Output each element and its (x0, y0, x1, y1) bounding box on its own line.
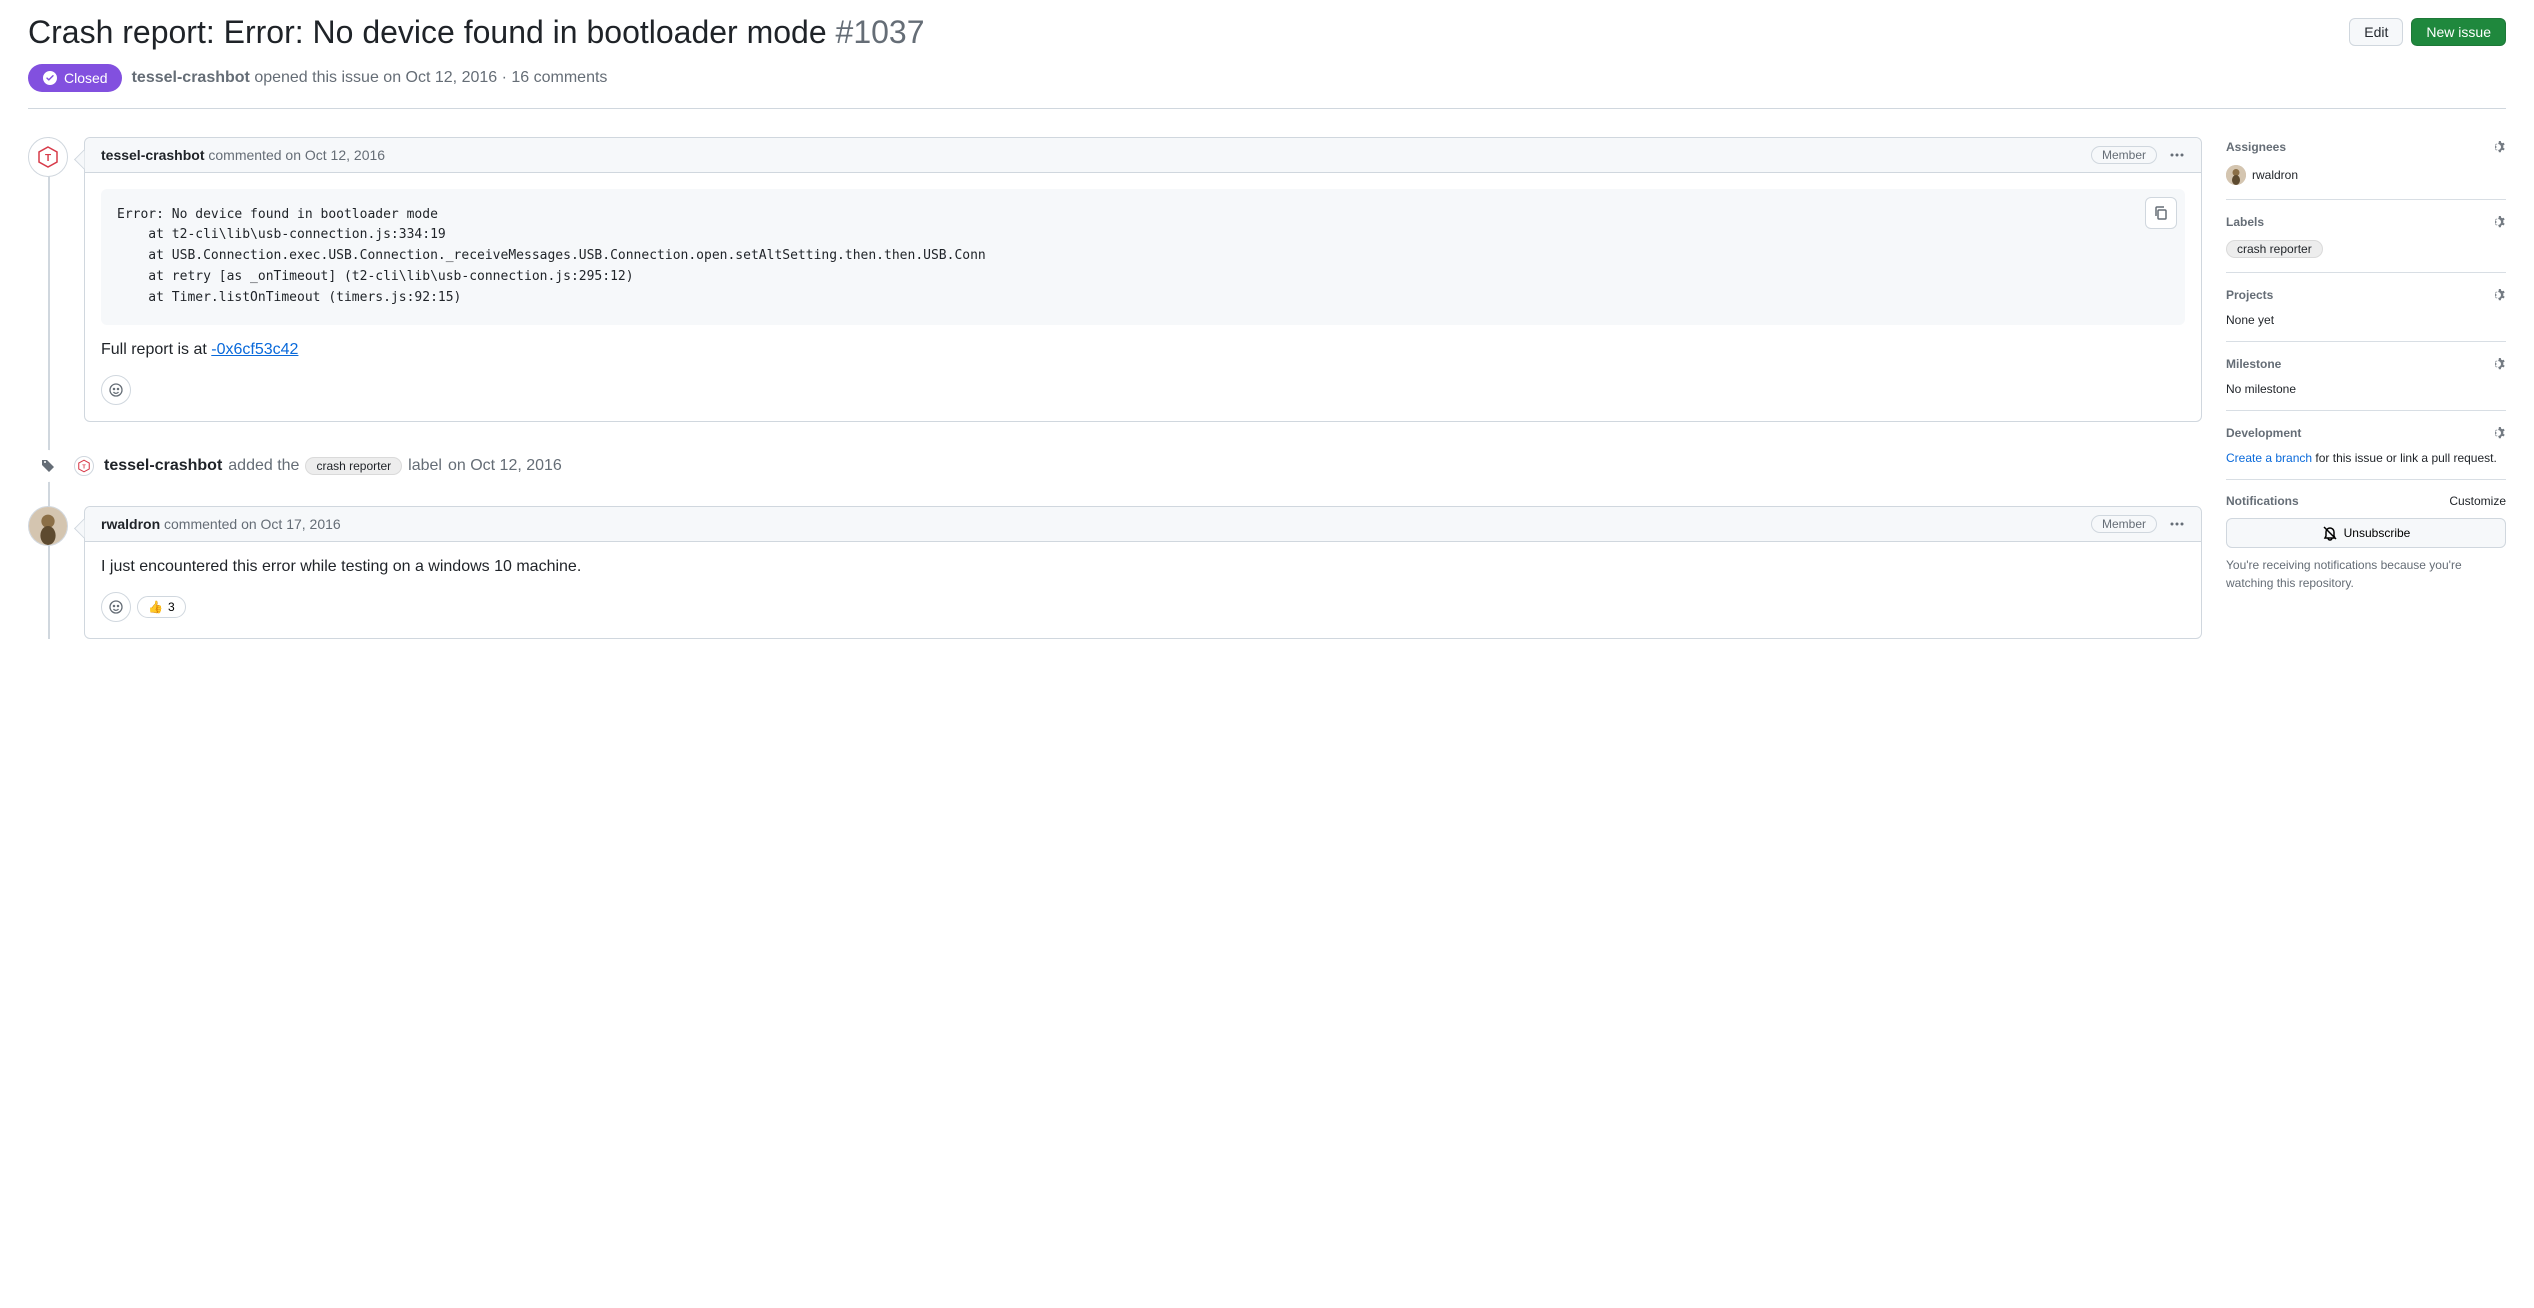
tessel-logo-icon: T (36, 145, 60, 169)
unsubscribe-button[interactable]: Unsubscribe (2226, 518, 2506, 548)
assignee-item[interactable]: rwaldron (2226, 165, 2506, 185)
issue-meta: tessel-crashbot opened this issue on Oct… (132, 69, 608, 87)
comment-body-text: Full report is at -0x6cf53c42 (101, 341, 2185, 359)
gear-icon (2490, 214, 2506, 230)
event-author[interactable]: tessel-crashbot (104, 457, 222, 475)
comment-author[interactable]: rwaldron (101, 516, 160, 532)
comment-date[interactable]: on Oct 12, 2016 (285, 147, 385, 163)
copy-icon (2153, 205, 2169, 221)
projects-settings[interactable] (2490, 287, 2506, 303)
create-branch-link[interactable]: Create a branch (2226, 451, 2312, 465)
comment-author[interactable]: tessel-crashbot (101, 147, 204, 163)
projects-title: Projects (2226, 288, 2273, 302)
kebab-icon (2169, 147, 2185, 163)
gear-icon (2490, 425, 2506, 441)
customize-link[interactable]: Customize (2449, 494, 2506, 508)
smiley-icon (108, 382, 124, 398)
comment-date[interactable]: on Oct 17, 2016 (241, 516, 341, 532)
assignees-title: Assignees (2226, 140, 2286, 154)
assignee-avatar (2226, 165, 2246, 185)
gear-icon (2490, 139, 2506, 155)
comment-menu-button[interactable] (2169, 516, 2185, 532)
thumbsup-emoji: 👍 (148, 600, 163, 614)
comment-header-text: rwaldron commented on Oct 17, 2016 (101, 516, 341, 532)
edit-button[interactable]: Edit (2349, 18, 2403, 46)
notification-reason: You're receiving notifications because y… (2226, 556, 2506, 592)
svg-text:T: T (82, 464, 86, 470)
state-text: Closed (64, 70, 108, 86)
comment-header-text: tessel-crashbot commented on Oct 12, 201… (101, 147, 385, 163)
event-icon-wrapper (32, 450, 64, 482)
event-label[interactable]: crash reporter (305, 457, 402, 475)
development-settings[interactable] (2490, 425, 2506, 441)
event-text: tessel-crashbot added the crash reporter… (104, 457, 562, 475)
tag-icon (40, 458, 56, 474)
gear-icon (2490, 356, 2506, 372)
gear-icon (2490, 287, 2506, 303)
closed-icon (42, 70, 58, 86)
issue-state-badge: Closed (28, 64, 122, 92)
labels-settings[interactable] (2490, 214, 2506, 230)
new-issue-button[interactable]: New issue (2411, 18, 2506, 46)
role-badge: Member (2091, 515, 2157, 533)
label-pill[interactable]: crash reporter (2226, 240, 2323, 258)
add-reaction-button[interactable] (101, 592, 131, 622)
milestone-value: No milestone (2226, 382, 2506, 396)
reaction-thumbsup[interactable]: 👍 3 (137, 596, 186, 618)
labels-title: Labels (2226, 215, 2264, 229)
kebab-icon (2169, 516, 2185, 532)
user-avatar-icon (29, 506, 67, 546)
svg-text:T: T (45, 153, 51, 164)
reaction-count: 3 (168, 600, 175, 614)
assignee-name: rwaldron (2252, 168, 2298, 182)
role-badge: Member (2091, 146, 2157, 164)
event-avatar[interactable]: T (74, 456, 94, 476)
avatar[interactable] (28, 506, 68, 546)
issue-title: Crash report: Error: No device found in … (28, 12, 2333, 54)
smiley-icon (108, 599, 124, 615)
assignees-settings[interactable] (2490, 139, 2506, 155)
issue-number: #1037 (836, 14, 925, 50)
development-title: Development (2226, 426, 2301, 440)
comment-menu-button[interactable] (2169, 147, 2185, 163)
copy-button[interactable] (2145, 197, 2177, 229)
code-block: Error: No device found in bootloader mod… (101, 189, 2185, 325)
issue-title-text: Crash report: Error: No device found in … (28, 14, 827, 50)
report-link[interactable]: -0x6cf53c42 (211, 341, 298, 358)
milestone-title: Milestone (2226, 357, 2281, 371)
avatar[interactable]: T (28, 137, 68, 177)
comment-body-text: I just encountered this error while test… (101, 558, 2185, 576)
issue-author[interactable]: tessel-crashbot (132, 69, 250, 86)
add-reaction-button[interactable] (101, 375, 131, 405)
tessel-logo-icon: T (77, 459, 91, 473)
milestone-settings[interactable] (2490, 356, 2506, 372)
bell-slash-icon (2322, 525, 2338, 541)
notifications-title: Notifications (2226, 494, 2299, 508)
projects-value: None yet (2226, 313, 2506, 327)
development-content: Create a branch for this issue or link a… (2226, 451, 2506, 465)
